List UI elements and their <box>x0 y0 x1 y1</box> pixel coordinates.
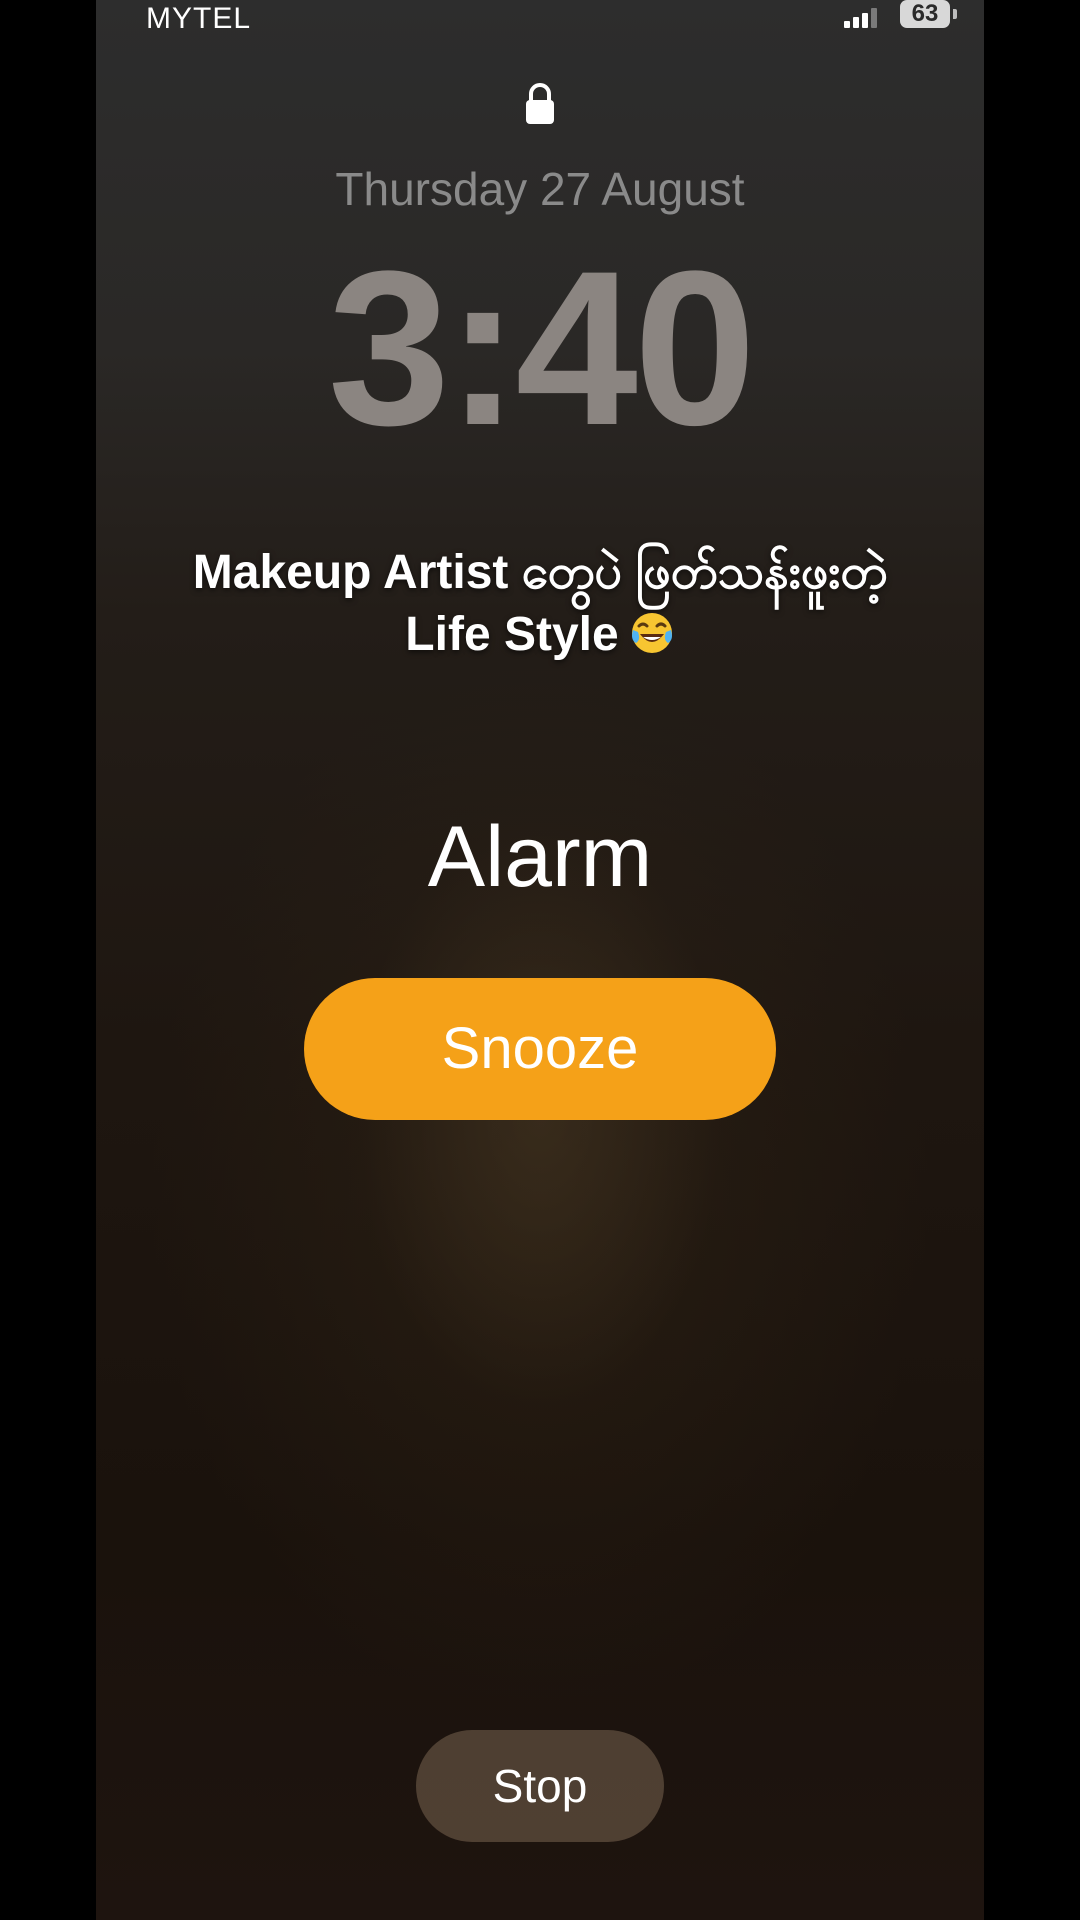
lock-screen-clock: 3:40 <box>327 225 756 471</box>
status-bar: MYTEL 63 <box>96 0 984 40</box>
battery-icon: 63 <box>900 0 950 28</box>
carrier-name: MYTEL <box>146 2 252 35</box>
battery-percent: 63 <box>911 0 939 27</box>
caption-line-2-text: Life Style <box>405 608 619 661</box>
battery-cap <box>953 9 957 19</box>
tears-of-joy-emoji-icon <box>629 610 675 656</box>
video-caption: Makeup Artist တွေပဲ ဖြတ်သန်းဖူးတဲ့ Life … <box>126 542 954 666</box>
lock-screen: MYTEL 63 Thursday 27 August 3:40 Makeup … <box>96 0 984 1920</box>
snooze-button[interactable]: Snooze <box>304 978 776 1120</box>
lock-screen-date: Thursday 27 August <box>335 163 745 215</box>
lock-icon <box>524 82 556 126</box>
stop-button[interactable]: Stop <box>416 1730 664 1842</box>
alarm-title: Alarm <box>427 809 653 905</box>
cellular-signal-icon <box>844 8 878 28</box>
caption-line-2: Life Style <box>126 604 954 666</box>
caption-line-1: Makeup Artist တွေပဲ ဖြတ်သန်းဖူးတဲ့ <box>192 546 888 599</box>
